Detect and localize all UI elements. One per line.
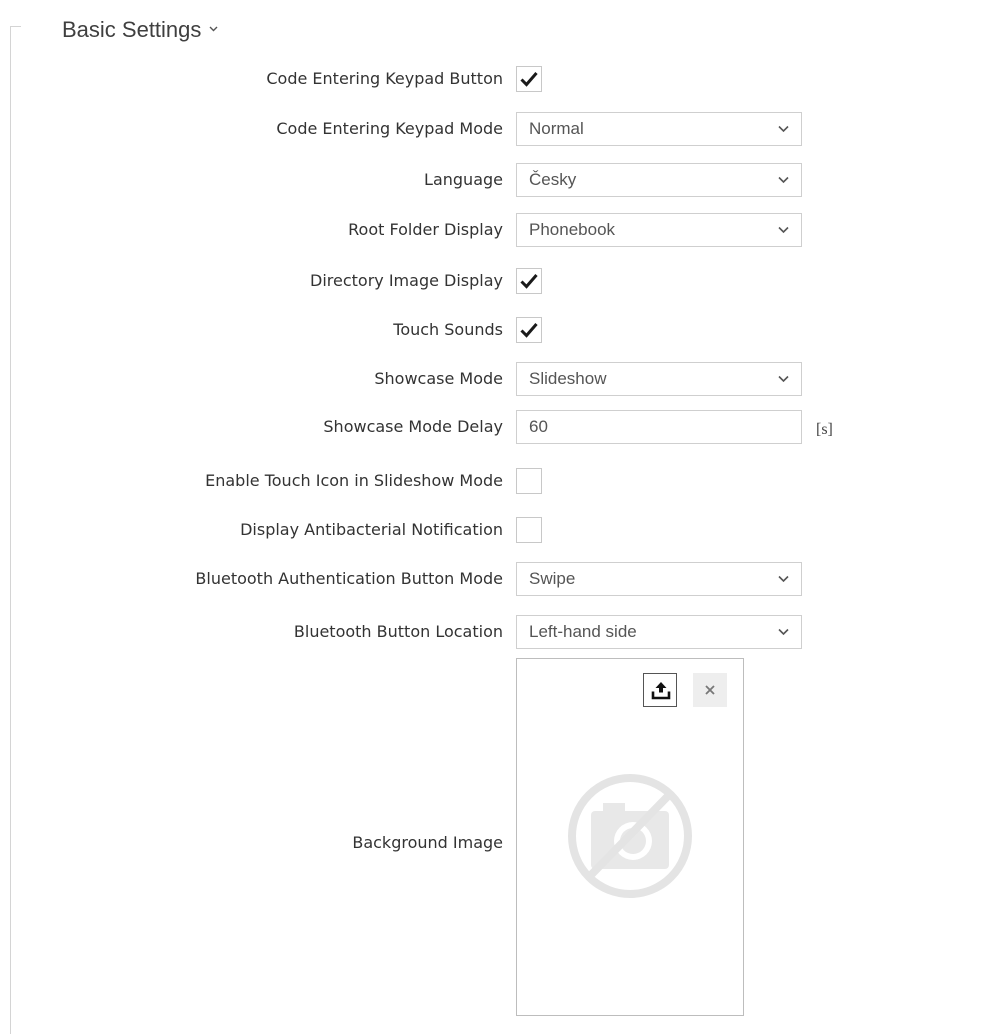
checkbox-code-keypad-button[interactable] — [516, 66, 542, 92]
label-directory-image-display: Directory Image Display — [310, 271, 503, 290]
checkbox-touch-icon-slideshow[interactable] — [516, 468, 542, 494]
row-touch-sounds: Touch Sounds — [0, 313, 983, 347]
label-antibacterial-notification: Display Antibacterial Notification — [240, 520, 503, 539]
label-code-keypad-button: Code Entering Keypad Button — [266, 69, 503, 88]
label-showcase-mode: Showcase Mode — [374, 369, 503, 388]
upload-icon — [651, 682, 671, 700]
row-bt-button-location: Bluetooth Button Location Left-hand side — [0, 615, 983, 649]
select-value: Swipe — [529, 569, 576, 588]
chevron-down-icon — [209, 10, 218, 32]
checkbox-antibacterial-notification[interactable] — [516, 517, 542, 543]
row-root-folder-display: Root Folder Display Phonebook — [0, 213, 983, 247]
row-language: Language Česky — [0, 163, 983, 197]
select-showcase-mode[interactable]: Slideshow — [516, 362, 802, 396]
close-icon — [705, 685, 715, 695]
chevron-down-icon — [778, 226, 789, 234]
chevron-down-icon — [778, 575, 789, 583]
row-bt-auth-button-mode: Bluetooth Authentication Button Mode Swi… — [0, 562, 983, 596]
label-showcase-mode-delay: Showcase Mode Delay — [323, 417, 503, 436]
checkbox-directory-image-display[interactable] — [516, 268, 542, 294]
chevron-down-icon — [778, 628, 789, 636]
label-background-image: Background Image — [352, 833, 503, 852]
section-title: Basic Settings — [62, 17, 202, 42]
checkmark-icon — [520, 274, 538, 289]
select-value: Phonebook — [529, 220, 616, 239]
select-bt-button-location[interactable]: Left-hand side — [516, 615, 802, 649]
section-header-basic-settings[interactable]: Basic Settings — [62, 10, 218, 42]
select-language[interactable]: Česky — [516, 163, 802, 197]
row-code-keypad-button: Code Entering Keypad Button — [0, 62, 983, 96]
select-bt-auth-button-mode[interactable]: Swipe — [516, 562, 802, 596]
select-root-folder-display[interactable]: Phonebook — [516, 213, 802, 247]
checkmark-icon — [520, 72, 538, 87]
label-touch-icon-slideshow: Enable Touch Icon in Slideshow Mode — [205, 471, 503, 490]
label-touch-sounds: Touch Sounds — [393, 320, 503, 339]
chevron-down-icon — [778, 176, 789, 184]
select-value: Česky — [529, 170, 577, 189]
row-antibacterial-notification: Display Antibacterial Notification — [0, 513, 983, 547]
checkmark-icon — [520, 323, 538, 338]
input-showcase-mode-delay[interactable] — [516, 410, 802, 444]
upload-button[interactable] — [643, 673, 677, 707]
select-value: Left-hand side — [529, 622, 637, 641]
label-code-keypad-mode: Code Entering Keypad Mode — [276, 119, 503, 138]
row-touch-icon-slideshow: Enable Touch Icon in Slideshow Mode — [0, 464, 983, 498]
select-value: Slideshow — [529, 369, 607, 388]
row-showcase-mode: Showcase Mode Slideshow — [0, 362, 983, 396]
delete-button[interactable] — [693, 673, 727, 707]
label-root-folder-display: Root Folder Display — [348, 220, 503, 239]
chevron-down-icon — [778, 375, 789, 383]
row-showcase-mode-delay: Showcase Mode Delay [s] — [0, 410, 983, 444]
select-value: Normal — [529, 119, 584, 138]
select-code-keypad-mode[interactable]: Normal — [516, 112, 802, 146]
label-bt-button-location: Bluetooth Button Location — [293, 622, 503, 641]
row-code-keypad-mode: Code Entering Keypad Mode Normal — [0, 112, 983, 146]
label-bt-auth-button-mode: Bluetooth Authentication Button Mode — [195, 569, 503, 588]
no-photo-icon — [568, 774, 692, 898]
chevron-down-icon — [778, 125, 789, 133]
background-image-box — [516, 658, 744, 1016]
unit-seconds: [s] — [816, 421, 833, 438]
label-language: Language — [424, 170, 503, 189]
row-directory-image-display: Directory Image Display — [0, 264, 983, 298]
checkbox-touch-sounds[interactable] — [516, 317, 542, 343]
